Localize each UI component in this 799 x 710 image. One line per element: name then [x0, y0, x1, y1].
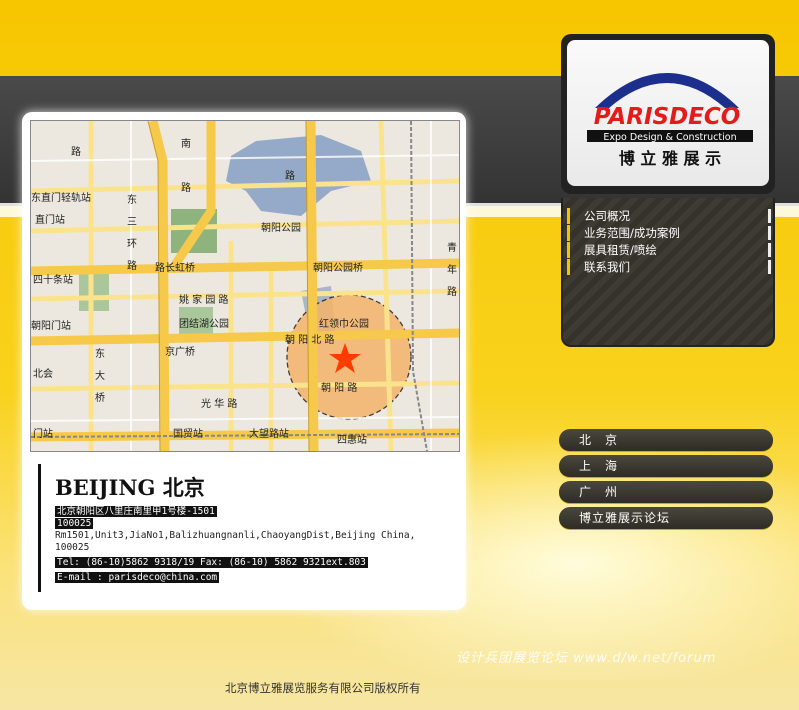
- svg-text:四惠站: 四惠站: [337, 433, 367, 446]
- svg-text:姚 家 园 路: 姚 家 园 路: [179, 293, 229, 306]
- nav-item-contact[interactable]: 联系我们: [567, 259, 773, 275]
- content-panel: 东直门轻轨站 直门站 东 三 环 路 路长虹桥 四十条站 朝阳公园 朝阳公园桥 …: [22, 112, 466, 610]
- nav-item-rental-printing[interactable]: 展具租赁/喷绘: [567, 242, 773, 258]
- svg-text:大望路站: 大望路站: [249, 427, 289, 440]
- location-map[interactable]: 东直门轻轨站 直门站 东 三 环 路 路长虹桥 四十条站 朝阳公园 朝阳公园桥 …: [30, 120, 460, 452]
- svg-text:青: 青: [447, 241, 457, 254]
- city-button-guangzhou[interactable]: 广 州: [559, 481, 773, 504]
- logo-box[interactable]: PARISDECO Expo Design & Construction 博 立…: [561, 34, 775, 194]
- postcode: 100025: [55, 518, 94, 529]
- svg-text:路: 路: [285, 169, 295, 182]
- copyright: 北京博立雅展览服务有限公司版权所有: [225, 681, 421, 695]
- city-button-shanghai[interactable]: 上 海: [559, 455, 773, 478]
- svg-text:朝阳公园桥: 朝阳公园桥: [313, 262, 363, 274]
- svg-text:大: 大: [95, 369, 105, 382]
- city-button-beijing[interactable]: 北 京: [559, 429, 773, 452]
- watermark: 设计兵团展览论坛 www.d/w.net/forum: [456, 651, 717, 666]
- logo-svg: PARISDECO Expo Design & Construction 博 立…: [587, 73, 753, 168]
- svg-text:朝阳公园: 朝阳公园: [261, 222, 301, 234]
- svg-text:年: 年: [447, 263, 457, 276]
- svg-text:红领巾公园: 红领巾公园: [319, 317, 369, 330]
- svg-text:四十条站: 四十条站: [33, 273, 73, 286]
- office-title: BEIJING 北京: [55, 475, 205, 500]
- svg-text:光 华 路: 光 华 路: [201, 397, 237, 410]
- svg-text:东: 东: [127, 193, 137, 206]
- forum-button[interactable]: 博立雅展示论坛: [559, 507, 773, 530]
- svg-text:路: 路: [127, 259, 137, 272]
- svg-text:桥: 桥: [95, 392, 105, 404]
- svg-text:路: 路: [447, 285, 457, 298]
- svg-text:博 立 雅 展 示: 博 立 雅 展 示: [619, 149, 721, 168]
- logo-arc-icon: [595, 73, 739, 108]
- nav-item-company-profile[interactable]: 公司概况: [567, 208, 773, 224]
- svg-text:路: 路: [71, 145, 81, 158]
- map-svg: 东直门轻轨站 直门站 东 三 环 路 路长虹桥 四十条站 朝阳公园 朝阳公园桥 …: [31, 121, 459, 451]
- svg-text:朝 阳 路: 朝 阳 路: [321, 381, 357, 394]
- svg-text:团结湖公园: 团结湖公园: [179, 317, 229, 330]
- svg-text:朝 阳 北 路: 朝 阳 北 路: [285, 333, 335, 346]
- svg-text:北会: 北会: [33, 367, 53, 380]
- svg-text:门站: 门站: [33, 427, 53, 440]
- svg-text:PARISDECO: PARISDECO: [594, 104, 741, 130]
- svg-text:Expo Design & Construction: Expo Design & Construction: [603, 132, 736, 143]
- svg-text:东直门轻轨站: 东直门轻轨站: [31, 191, 91, 204]
- svg-text:朝阳门站: 朝阳门站: [31, 319, 71, 332]
- svg-text:三: 三: [127, 217, 137, 228]
- svg-text:路长虹桥: 路长虹桥: [155, 261, 195, 274]
- svg-text:直门站: 直门站: [35, 213, 65, 226]
- email-link[interactable]: E-mail : parisdeco@china.com: [55, 572, 220, 583]
- tel-fax: Tel: (86-10)5862 9318/19 Fax: (86-10) 58…: [55, 557, 368, 568]
- contact-block: BEIJING 北京 北京朝阳区八里庄南里甲1号楼-1501 100025 Rm…: [38, 464, 475, 592]
- city-menu: 北 京 上 海 广 州 博立雅展示论坛: [559, 429, 773, 533]
- svg-text:路: 路: [181, 181, 191, 194]
- address-en: Rm1501,Unit3,JiaNo1,Balizhuangnanli,Chao…: [55, 530, 416, 553]
- svg-text:南: 南: [181, 137, 191, 150]
- svg-text:国贸站: 国贸站: [173, 427, 203, 440]
- svg-text:东: 东: [95, 347, 105, 360]
- svg-text:京广桥: 京广桥: [165, 345, 195, 358]
- address-cn: 北京朝阳区八里庄南里甲1号楼-1501: [55, 506, 217, 517]
- logo: PARISDECO Expo Design & Construction 博 立…: [567, 40, 769, 186]
- nav-item-services-cases[interactable]: 业务范围/成功案例: [567, 225, 773, 241]
- main-nav: 公司概况 业务范围/成功案例 展具租赁/喷绘 联系我们: [561, 198, 775, 347]
- svg-text:环: 环: [127, 239, 137, 250]
